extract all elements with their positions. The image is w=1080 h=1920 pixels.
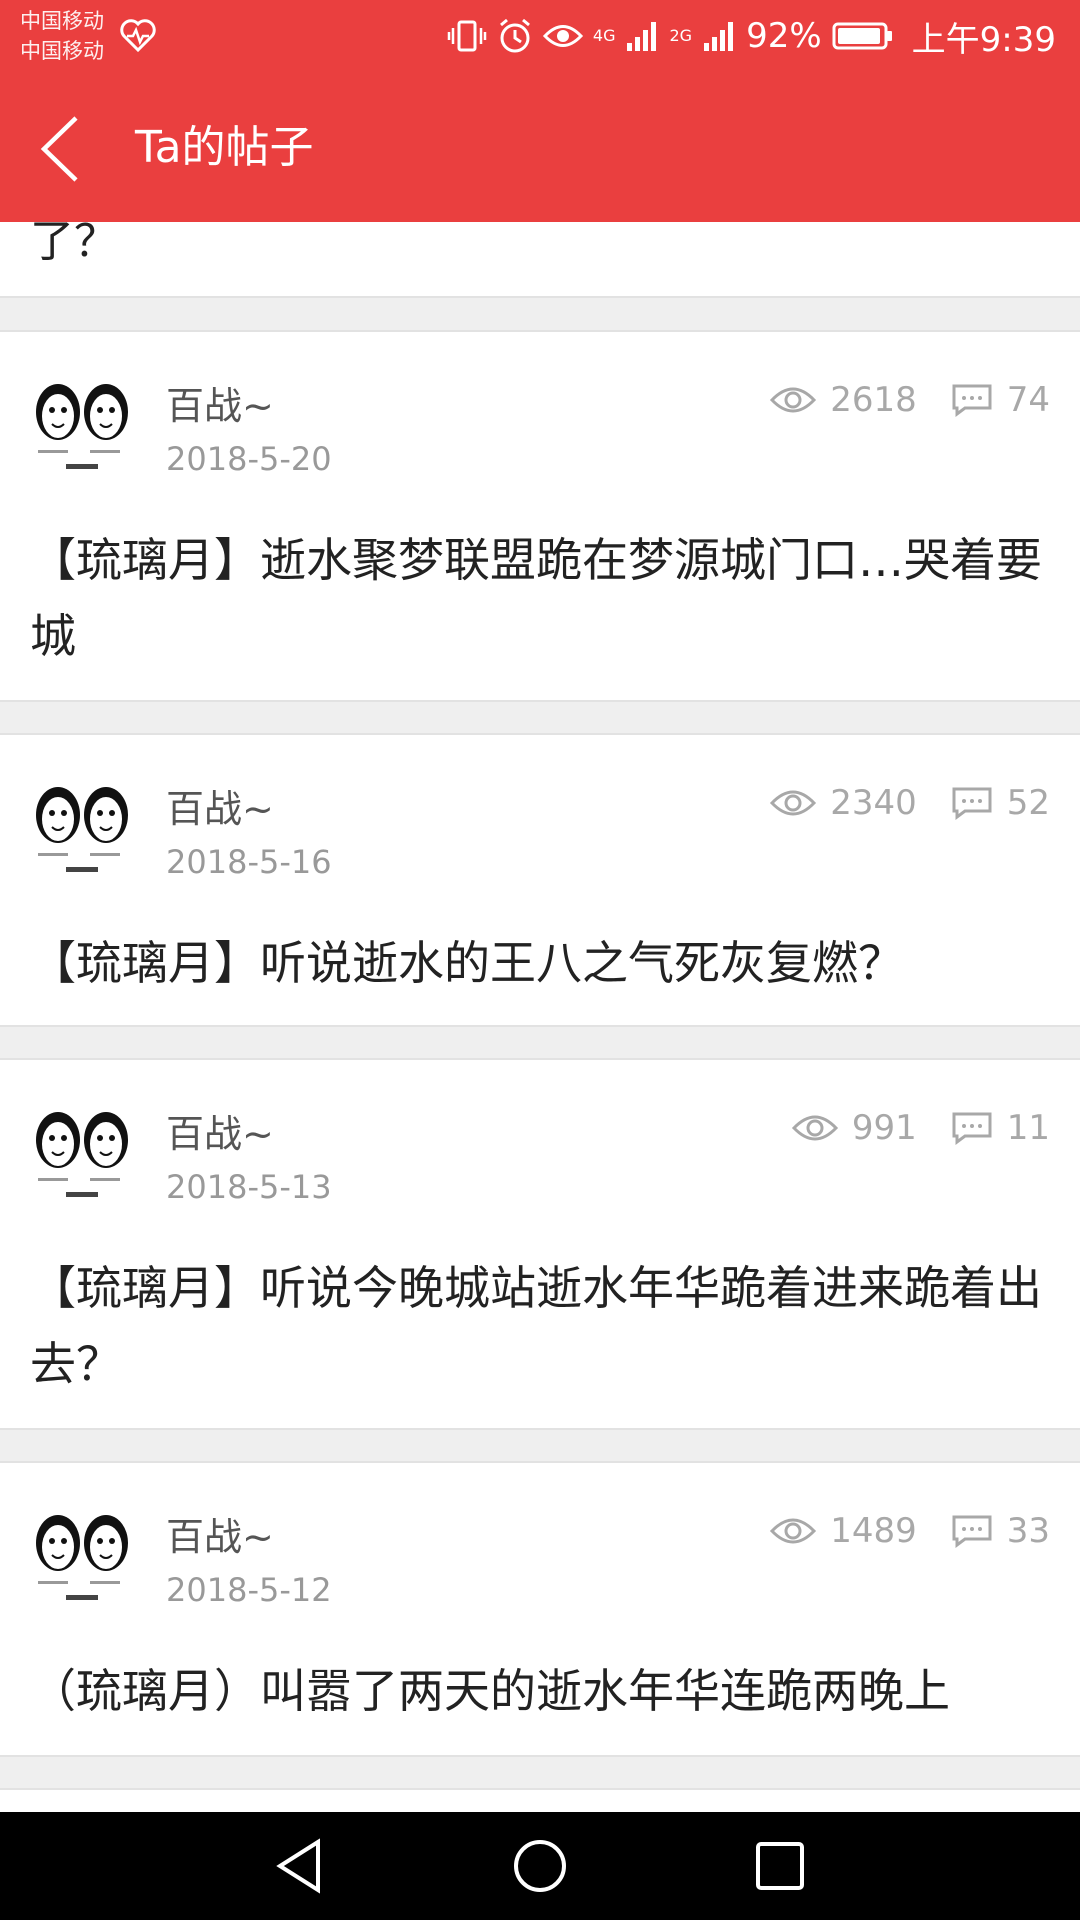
- nav-recent-apps-icon[interactable]: [750, 1836, 810, 1896]
- post-date: 2018-5-16: [166, 843, 332, 881]
- post-title[interactable]: 【琉璃月】听说今晚城站逝水年华跪着进来跪着出去？: [30, 1250, 1052, 1402]
- comment-icon: [952, 1112, 992, 1145]
- clock: 上午9:39: [911, 19, 1056, 60]
- comment-count: 11: [951, 1108, 1050, 1148]
- status-icons: 4G 2G 92% 上午9:39: [447, 12, 1056, 60]
- comment-count-value: 74: [1006, 380, 1050, 420]
- author-name: 百战~: [166, 1112, 274, 1156]
- eye-icon: [770, 387, 817, 413]
- comment-count: 52: [951, 783, 1050, 823]
- battery-percent: 92%: [746, 16, 822, 56]
- post-stats: 991 11: [791, 1104, 1050, 1152]
- post-date: 2018-5-13: [166, 1168, 332, 1206]
- view-count-value: 2340: [830, 783, 917, 823]
- author-name: 百战~: [166, 787, 274, 831]
- post-stats: 2340 52: [770, 779, 1050, 827]
- eye-icon: [791, 1115, 838, 1141]
- vibrate-icon: [447, 20, 487, 52]
- post-card[interactable]: 百战~ 2018-5-13 991 11 【琉璃月】听说今晚城站逝水年华跪着进来…: [0, 1058, 1080, 1430]
- view-count-value: 2618: [830, 380, 917, 420]
- comment-icon: [952, 787, 992, 820]
- signal-icon: [704, 22, 734, 51]
- comment-count-value: 33: [1006, 1511, 1050, 1551]
- eye-comfort-icon: [542, 25, 583, 47]
- alarm-icon: [499, 18, 530, 53]
- eye-icon: [770, 790, 817, 816]
- view-count: 2340: [770, 783, 917, 823]
- view-count-value: 1489: [830, 1511, 917, 1551]
- nav-home-icon[interactable]: [510, 1836, 570, 1896]
- avatar[interactable]: [30, 378, 134, 482]
- author-name: 百战~: [166, 1515, 274, 1559]
- eye-icon: [770, 1518, 817, 1544]
- post-stats: 1489 33: [770, 1507, 1050, 1555]
- back-arrow-icon[interactable]: [36, 114, 86, 184]
- view-count: 1489: [770, 1511, 917, 1551]
- navigation-bar: [0, 1812, 1080, 1920]
- avatar[interactable]: [30, 1509, 134, 1613]
- comment-icon: [952, 384, 992, 417]
- carrier-info: 中国移动 中国移动: [20, 6, 104, 66]
- comment-icon: [952, 1515, 992, 1548]
- next-post-card[interactable]: [0, 1788, 1080, 1812]
- view-count-value: 991: [851, 1108, 917, 1148]
- comment-count-value: 11: [1006, 1108, 1050, 1148]
- battery-icon: [832, 22, 892, 50]
- post-card[interactable]: 百战~ 2018-5-16 2340 52 【琉璃月】听说逝水的王八之气死灰复燃…: [0, 733, 1080, 1027]
- post-stats: 2618 74: [770, 376, 1050, 424]
- carrier-name-1: 中国移动: [20, 9, 104, 33]
- comment-count: 33: [951, 1511, 1050, 1551]
- status-bar: 中国移动 中国移动 4G 2G 92% 上午9:39: [0, 0, 1080, 74]
- avatar[interactable]: [30, 1106, 134, 1210]
- post-card[interactable]: 百战~ 2018-5-12 1489 33 （琉璃月）叫嚣了两天的逝水年华连跪两…: [0, 1461, 1080, 1757]
- app-header: 中国移动 中国移动 4G 2G 92% 上午9:39 Ta的帖子: [0, 0, 1080, 222]
- comment-count: 74: [951, 380, 1050, 420]
- post-card[interactable]: 百战~ 2018-5-20 2618 74 【琉璃月】逝水聚梦联盟跪在梦源城门口…: [0, 330, 1080, 702]
- page-title: Ta的帖子: [135, 122, 314, 173]
- carrier-name-2: 中国移动: [20, 39, 104, 63]
- post-date: 2018-5-20: [166, 440, 332, 478]
- author-name: 百战~: [166, 384, 274, 428]
- comment-count-value: 52: [1006, 783, 1050, 823]
- signal-icon: [627, 22, 657, 51]
- post-date: 2018-5-12: [166, 1571, 332, 1609]
- post-list[interactable]: 了？ 百战~ 2018-5-20 2618 74 【琉璃月】逝水聚梦联盟跪在梦源…: [0, 0, 1080, 1812]
- view-count: 2618: [770, 380, 917, 420]
- post-title[interactable]: 【琉璃月】逝水聚梦联盟跪在梦源城门口…哭着要城: [30, 522, 1052, 674]
- post-title[interactable]: （琉璃月）叫嚣了两天的逝水年华连跪两晚上: [30, 1653, 1052, 1729]
- post-title[interactable]: 【琉璃月】听说逝水的王八之气死灰复燃？: [30, 925, 1052, 1001]
- network-type-1: 4G: [592, 26, 616, 45]
- network-type-2: 2G: [669, 26, 693, 45]
- view-count: 991: [791, 1108, 917, 1148]
- heart-icon: [120, 19, 156, 52]
- title-bar: Ta的帖子: [0, 92, 1080, 204]
- nav-back-icon[interactable]: [270, 1836, 330, 1896]
- avatar[interactable]: [30, 781, 134, 885]
